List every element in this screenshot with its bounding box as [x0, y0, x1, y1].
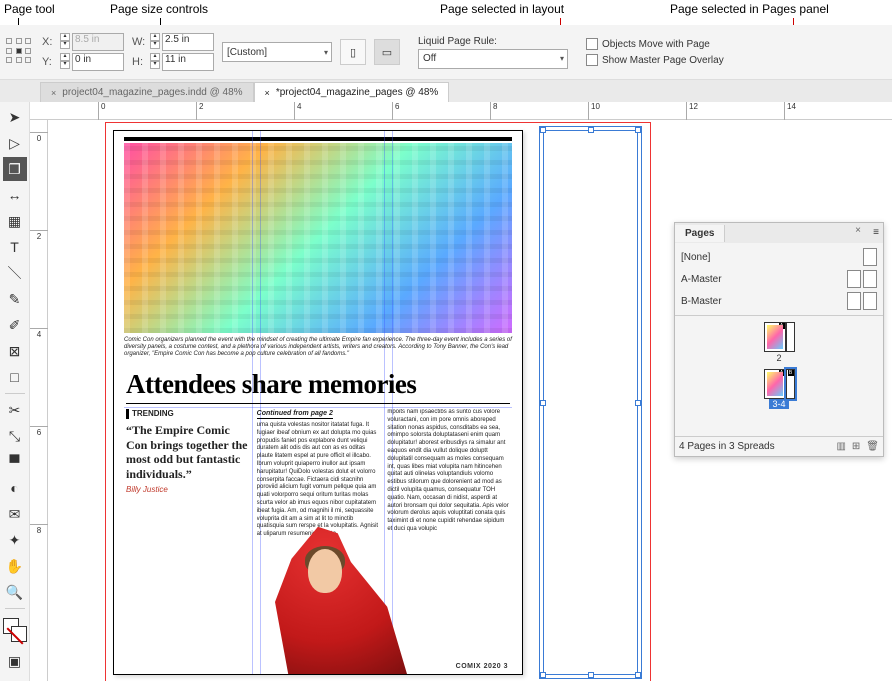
zoom-tool[interactable]: 🔍 [3, 580, 27, 604]
vertical-ruler[interactable]: 0 2 4 6 8 [30, 120, 48, 681]
spread-thumb-2[interactable]: A B 3-4 [764, 369, 795, 410]
portrait-image[interactable] [242, 514, 407, 674]
scissors-tool[interactable]: ✂ [3, 398, 27, 422]
orientation-landscape-button[interactable]: ▭ [374, 39, 400, 65]
selection-tool[interactable]: ➤ [3, 105, 27, 129]
doc-tab-label: project04_magazine_pages.indd @ 48% [62, 87, 242, 98]
gradient-swatch-tool[interactable]: ▀ [3, 450, 27, 474]
rectangle-frame-tool[interactable]: ⊠ [3, 339, 27, 363]
page-size-preset-dropdown[interactable]: [Custom] [222, 42, 332, 62]
y-label: Y: [42, 56, 58, 68]
horizontal-ruler[interactable]: 0 2 4 6 8 10 12 14 [30, 102, 892, 120]
liquid-rule-dropdown[interactable]: Off [418, 49, 568, 69]
continued-line: Continued from page 2 [257, 409, 333, 419]
content-collector-tool[interactable]: ▦ [3, 209, 27, 233]
pages-panel[interactable]: Pages × ≡ [None] A-Master B-Master A 2 [674, 222, 884, 457]
pages-panel-status: 4 Pages in 3 Spreads [679, 441, 775, 452]
w-nudge[interactable]: ▴▾ [150, 33, 160, 51]
h-field[interactable]: 11 in [162, 53, 214, 71]
doc-tab-label: *project04_magazine_pages @ 48% [276, 87, 438, 98]
gap-tool[interactable]: ↔ [3, 183, 27, 207]
y-nudge[interactable]: ▴▾ [60, 53, 70, 71]
view-mode-button[interactable]: ▣ [3, 649, 27, 673]
note-tool[interactable]: ✉ [3, 502, 27, 526]
rule-top [124, 137, 512, 141]
control-bar: X: ▴▾ 8.5 in Y: ▴▾ 0 in W: ▴▾ 2.5 in H: … [0, 25, 892, 80]
hero-caption[interactable]: Comic Con organizers planned the event w… [124, 337, 512, 359]
gradient-feather-tool[interactable]: ◐ [3, 476, 27, 500]
anno-page-size: Page size controls [110, 2, 208, 16]
doc-tab-active[interactable]: × *project04_magazine_pages @ 48% [254, 82, 450, 102]
eyedropper-tool[interactable]: ✦ [3, 528, 27, 552]
w-field[interactable]: 2.5 in [162, 33, 214, 51]
pull-quote: “The Empire Comic Con brings together th… [126, 423, 249, 481]
document-tabs: × project04_magazine_pages.indd @ 48% × *p… [0, 80, 892, 102]
master-a[interactable]: A-Master [681, 268, 877, 290]
objects-move-checkbox[interactable] [586, 38, 598, 50]
anno-page-layout: Page selected in layout [440, 2, 564, 16]
page-tool[interactable]: ❐ [3, 157, 27, 181]
pen-tool[interactable]: ✎ [3, 287, 27, 311]
close-icon[interactable]: × [51, 88, 56, 98]
line-tool[interactable]: ＼ [3, 261, 27, 285]
rectangle-tool[interactable]: □ [3, 365, 27, 389]
show-master-label: Show Master Page Overlay [602, 55, 724, 66]
pencil-tool[interactable]: ✐ [3, 313, 27, 337]
kicker: TRENDING [126, 409, 249, 419]
show-master-checkbox[interactable] [586, 54, 598, 66]
delete-page-icon[interactable]: 🗑 [866, 441, 879, 452]
spread-label-1: 2 [764, 353, 795, 363]
master-none[interactable]: [None] [681, 246, 877, 268]
orientation-portrait-button[interactable]: ▯ [340, 39, 366, 65]
master-b[interactable]: B-Master [681, 290, 877, 312]
liquid-rule-label: Liquid Page Rule: [418, 36, 568, 47]
h-nudge[interactable]: ▴▾ [150, 53, 160, 71]
fill-stroke-swatches[interactable] [3, 618, 27, 648]
folio: COMIX 2020 3 [456, 663, 508, 670]
doc-tab-inactive[interactable]: × project04_magazine_pages.indd @ 48% [40, 82, 254, 102]
spread-label-2: 3-4 [769, 399, 788, 409]
masters-section: [None] A-Master B-Master [675, 243, 883, 316]
hero-image[interactable] [124, 143, 512, 333]
h-label: H: [132, 56, 148, 68]
x-field[interactable]: 8.5 in [72, 33, 124, 51]
spread-thumb-1[interactable]: A 2 [764, 322, 795, 363]
reference-point-grid[interactable] [6, 38, 34, 66]
byline: Billy Justice [126, 485, 249, 495]
tools-panel: ➤ ▷ ❐ ↔ ▦ T ＼ ✎ ✐ ⊠ □ ✂ ⤡ ▀ ◐ ✉ ✦ ✋ 🔍 ▣ [0, 102, 30, 681]
w-label: W: [132, 36, 148, 48]
objects-move-label: Objects Move with Page [602, 39, 710, 50]
close-icon[interactable]: × [265, 88, 270, 98]
x-nudge[interactable]: ▴▾ [60, 33, 70, 51]
panel-menu-icon[interactable]: ≡ [873, 227, 879, 238]
new-page-icon[interactable]: ⊞ [852, 441, 860, 452]
anno-page-tool: Page tool [4, 2, 55, 16]
type-tool[interactable]: T [3, 235, 27, 259]
x-label: X: [42, 36, 58, 48]
page-4-selected[interactable] [543, 130, 638, 675]
anno-page-panel: Page selected in Pages panel [670, 2, 829, 16]
edit-page-size-icon[interactable]: ▥ [836, 441, 845, 452]
pages-panel-tab[interactable]: Pages [675, 225, 725, 242]
direct-selection-tool[interactable]: ▷ [3, 131, 27, 155]
page-3[interactable]: Comic Con organizers planned the event w… [113, 130, 523, 675]
hand-tool[interactable]: ✋ [3, 554, 27, 578]
headline[interactable]: Attendees share memories [126, 369, 510, 404]
column-1[interactable]: TRENDING “The Empire Comic Con brings to… [126, 409, 249, 654]
free-transform-tool[interactable]: ⤡ [3, 424, 27, 448]
y-field[interactable]: 0 in [72, 53, 124, 71]
panel-close-icon[interactable]: × [855, 225, 861, 236]
